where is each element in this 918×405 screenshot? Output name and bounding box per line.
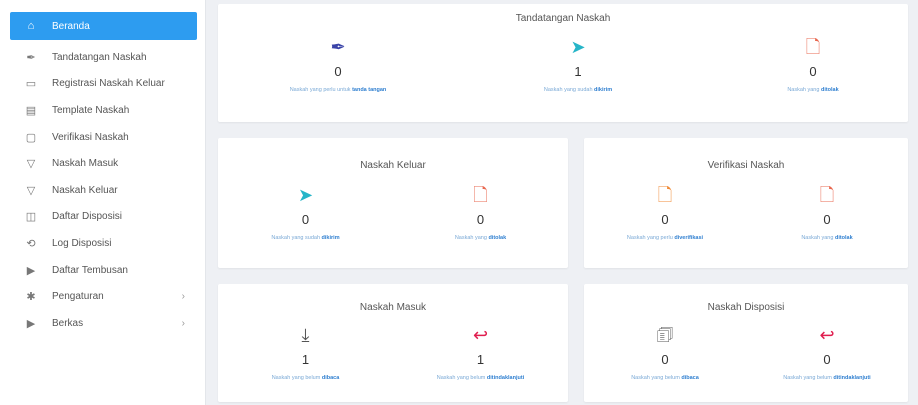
pen-icon: ✒ — [26, 51, 36, 64]
stat-caption[interactable]: Naskah yang belum ditindaklanjuti — [746, 375, 908, 381]
file-download-icon: ⤓ — [301, 325, 310, 345]
template-icon: ▤ — [25, 104, 37, 117]
stat-sudah-dikirim[interactable]: ➤ 0 Naskah yang sudah dikirim — [218, 184, 393, 241]
sidebar-item-naskah-keluar[interactable]: ▽ Naskah Keluar — [0, 177, 205, 204]
outbox-icon: ▽ — [26, 184, 36, 197]
reply-arrow-icon: ↩ — [472, 325, 489, 345]
stat-value: 0 — [823, 352, 831, 367]
stat-value: 0 — [661, 212, 669, 227]
stat-value: 0 — [809, 64, 817, 79]
sidebar-item-label: Registrasi Naskah Keluar — [52, 78, 165, 90]
sidebar-item-label: Tandatangan Naskah — [52, 51, 147, 63]
sidebar-item-daftar-tembusan[interactable]: ▶ Daftar Tembusan — [0, 257, 205, 284]
stat-belum-ditindaklanjuti[interactable]: ↩ 0 Naskah yang belum ditindaklanjuti — [746, 324, 908, 381]
stat-value: 1 — [301, 352, 310, 367]
stat-value: 0 — [334, 64, 342, 79]
stat-ditolak[interactable]: 🗋 0 Naskah yang ditolak — [723, 36, 903, 93]
stat-caption[interactable]: Naskah yang perlu untuk tanda tangan — [248, 87, 428, 93]
sidebar-item-label: Log Disposisi — [52, 237, 112, 249]
sidebar-item-label: Template Naskah — [52, 104, 130, 116]
card-title: Naskah Masuk — [359, 302, 427, 313]
sidebar-item-tandatangan-naskah[interactable]: ✒ Tandatangan Naskah — [0, 44, 205, 71]
stat-value: 1 — [574, 64, 582, 79]
card-verifikasi-naskah: Verifikasi Naskah 🗋 0 Naskah yang perlu … — [584, 138, 908, 268]
sidebar-item-label: Pengaturan — [52, 291, 104, 303]
sidebar-item-label: Verifikasi Naskah — [52, 131, 129, 143]
stat-caption[interactable]: Naskah yang belum ditindaklanjuti — [393, 375, 568, 381]
sidebar-item-label: Naskah Keluar — [52, 184, 118, 196]
stat-sudah-dikirim[interactable]: ➤ 1 Naskah yang sudah dikirim — [488, 36, 668, 93]
feather-pen-icon: ✒ — [330, 37, 346, 57]
stat-caption[interactable]: Naskah yang ditolak — [746, 235, 908, 241]
stat-caption[interactable]: Naskah yang ditolak — [723, 87, 903, 93]
stat-perlu-diverifikasi[interactable]: 🗋 0 Naskah yang perlu diverifikasi — [584, 184, 746, 241]
stat-ditolak[interactable]: 🗋 0 Naskah yang ditolak — [746, 184, 908, 241]
sidebar-item-template-naskah[interactable]: ▤ Template Naskah — [0, 97, 205, 124]
copy-icon: ▶ — [26, 264, 36, 277]
file-minus-icon: 🗋 — [819, 185, 835, 205]
card-naskah-disposisi: Naskah Disposisi 🗊 0 Naskah yang belum d… — [584, 284, 908, 402]
sidebar: ⌂ Beranda ✒ Tandatangan Naskah ▭ Registr… — [0, 0, 206, 405]
sidebar-item-berkas[interactable]: ▶ Berkas › — [0, 310, 205, 337]
stat-belum-ditindaklanjuti[interactable]: ↩ 1 Naskah yang belum ditindaklanjuti — [393, 324, 568, 381]
disposition-icon: ◫ — [25, 211, 37, 224]
paper-plane-icon: ➤ — [570, 37, 586, 57]
sticky-note-icon: 🗊 — [656, 325, 674, 345]
sidebar-item-label: Berkas — [52, 317, 84, 329]
sidebar-item-pengaturan[interactable]: ✱ Pengaturan › — [0, 283, 205, 310]
sidebar-item-log-disposisi[interactable]: ⟲ Log Disposisi — [0, 230, 205, 257]
stat-caption[interactable]: Naskah yang belum dibaca — [218, 375, 393, 381]
file-minus-icon: 🗋 — [805, 37, 821, 57]
sidebar-item-label: Naskah Masuk — [52, 158, 119, 170]
home-icon: ⌂ — [27, 20, 35, 32]
file-edit-icon: 🗋 — [657, 185, 673, 205]
stat-value: 0 — [301, 212, 310, 227]
document-icon: ▭ — [25, 78, 37, 91]
folder-icon: ▶ — [26, 317, 36, 330]
verify-icon: ▢ — [25, 131, 37, 144]
stat-value: 1 — [476, 352, 485, 367]
sidebar-item-registrasi-naskah-keluar[interactable]: ▭ Registrasi Naskah Keluar — [0, 71, 205, 98]
card-title: Tandatangan Naskah — [515, 13, 611, 24]
sidebar-item-label: Beranda — [52, 20, 90, 32]
stat-caption[interactable]: Naskah yang perlu diverifikasi — [584, 235, 746, 241]
card-title: Verifikasi Naskah — [707, 160, 785, 171]
chevron-right-icon: › — [181, 291, 185, 303]
sidebar-item-daftar-disposisi[interactable]: ◫ Daftar Disposisi — [0, 204, 205, 231]
stat-caption[interactable]: Naskah yang ditolak — [393, 235, 568, 241]
stat-caption[interactable]: Naskah yang sudah dikirim — [218, 235, 393, 241]
inbox-icon: ▽ — [26, 158, 36, 171]
chevron-right-icon: › — [181, 317, 185, 329]
sidebar-item-verifikasi-naskah[interactable]: ▢ Verifikasi Naskah — [0, 124, 205, 151]
card-naskah-masuk: Naskah Masuk ⤓ 1 Naskah yang belum dibac… — [218, 284, 568, 402]
stat-caption[interactable]: Naskah yang sudah dikirim — [488, 87, 668, 93]
sidebar-item-label: Daftar Tembusan — [52, 264, 128, 276]
stat-perlu-tanda-tangan[interactable]: ✒ 0 Naskah yang perlu untuk tanda tangan — [248, 36, 428, 93]
stat-value: 0 — [661, 352, 669, 367]
sidebar-item-naskah-masuk[interactable]: ▽ Naskah Masuk — [0, 150, 205, 177]
sidebar-item-label: Daftar Disposisi — [52, 211, 123, 223]
card-naskah-keluar: Naskah Keluar ➤ 0 Naskah yang sudah diki… — [218, 138, 568, 268]
card-tandatangan-naskah: Tandatangan Naskah ✒ 0 Naskah yang perlu… — [218, 4, 908, 122]
stat-value: 0 — [476, 212, 485, 227]
log-icon: ⟲ — [26, 237, 36, 250]
sidebar-item-beranda[interactable]: ⌂ Beranda — [10, 12, 197, 40]
card-title: Naskah Disposisi — [707, 302, 785, 313]
card-title: Naskah Keluar — [360, 160, 426, 171]
stat-value: 0 — [823, 212, 831, 227]
file-minus-icon: 🗋 — [473, 185, 488, 205]
stat-belum-dibaca[interactable]: ⤓ 1 Naskah yang belum dibaca — [218, 324, 393, 381]
stat-caption[interactable]: Naskah yang belum dibaca — [584, 375, 746, 381]
stat-ditolak[interactable]: 🗋 0 Naskah yang ditolak — [393, 184, 568, 241]
gear-icon: ✱ — [26, 291, 36, 304]
paper-plane-icon: ➤ — [297, 185, 314, 205]
reply-arrow-icon: ↩ — [819, 325, 835, 345]
stat-belum-dibaca[interactable]: 🗊 0 Naskah yang belum dibaca — [584, 324, 746, 381]
